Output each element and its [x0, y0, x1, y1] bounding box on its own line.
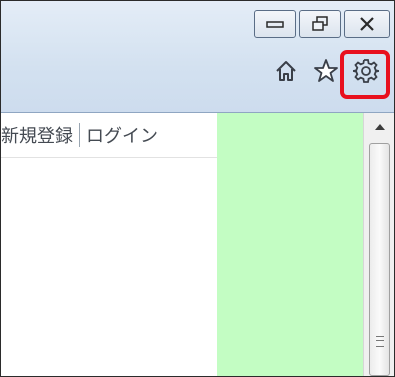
arrow-up-icon — [374, 124, 385, 130]
grip-icon — [376, 336, 384, 347]
register-link[interactable]: 新規登録 — [1, 122, 73, 148]
restore-button[interactable] — [299, 10, 341, 38]
scroll-up-button[interactable] — [364, 113, 394, 141]
home-button[interactable] — [272, 57, 300, 85]
browser-window: 新規登録 ログイン — [0, 0, 395, 377]
scroll-thumb[interactable] — [369, 143, 390, 376]
nav-separator — [79, 123, 80, 147]
minimize-button[interactable] — [254, 10, 296, 38]
green-side-panel — [217, 113, 363, 376]
close-icon — [360, 17, 374, 31]
vertical-scrollbar[interactable] — [363, 113, 394, 376]
gear-highlight-box — [340, 50, 390, 99]
minimize-icon — [266, 21, 284, 28]
browser-chrome — [1, 1, 394, 113]
star-icon — [314, 59, 338, 82]
page-viewport: 新規登録 ログイン — [1, 113, 394, 376]
favorites-button[interactable] — [312, 57, 340, 85]
close-button[interactable] — [344, 10, 390, 38]
login-link[interactable]: ログイン — [86, 122, 158, 148]
window-controls — [254, 10, 390, 38]
home-icon — [276, 61, 296, 81]
header-nav: 新規登録 ログイン — [1, 113, 217, 158]
page-content: 新規登録 ログイン — [1, 113, 217, 376]
restore-icon — [312, 16, 328, 31]
